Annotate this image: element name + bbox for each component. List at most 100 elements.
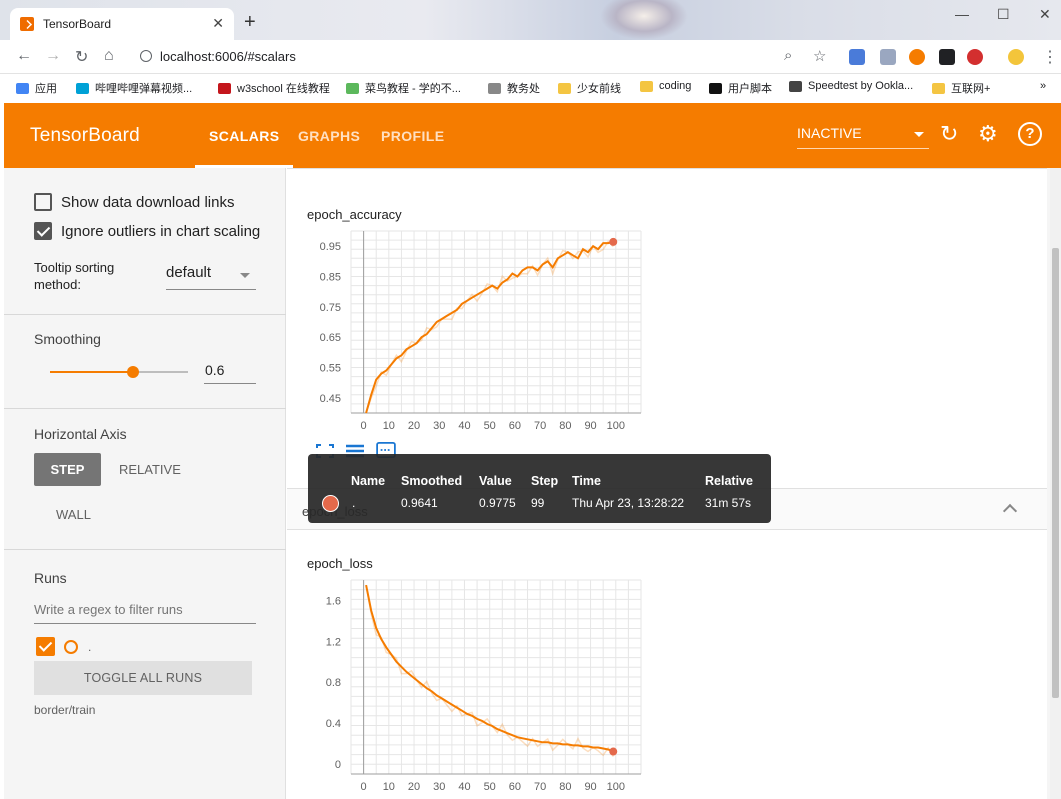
sidebar-options-section: Show data download links Ignore outliers… bbox=[4, 168, 286, 315]
zoom-icon[interactable]: ⌕ bbox=[784, 47, 792, 64]
ignore-outliers-label: Ignore outliers in chart scaling bbox=[61, 222, 261, 240]
accuracy-chart[interactable]: 0 10 20 30 40 50 60 70 80 90 100 0.45 0.55 0.65 0.75 0.… bbox=[307, 227, 647, 437]
adblock-extension-icon[interactable] bbox=[967, 49, 983, 65]
translate-extension-icon[interactable] bbox=[849, 49, 865, 65]
ignore-outliers-checkbox[interactable]: Ignore outliers in chart scaling bbox=[34, 222, 286, 240]
profile-avatar[interactable] bbox=[1008, 49, 1024, 65]
y-tick-label: 0.4 bbox=[326, 718, 341, 730]
theme-character-image bbox=[600, 0, 688, 40]
plugin-select[interactable]: INACTIVE bbox=[797, 125, 929, 149]
run-group-path: border/train bbox=[34, 703, 96, 717]
bookmark-item[interactable]: 应用 bbox=[16, 80, 57, 96]
x-tick-label: 60 bbox=[509, 781, 521, 793]
x-tick-label: 40 bbox=[458, 420, 470, 432]
run-filter-input[interactable]: Write a regex to filter runs bbox=[34, 602, 256, 624]
x-tick-label: 10 bbox=[383, 420, 395, 432]
tab-graphs[interactable]: GRAPHS bbox=[298, 128, 360, 144]
show-download-links-checkbox[interactable]: Show data download links bbox=[34, 193, 234, 211]
loss-chart[interactable]: 0 10 20 30 40 50 60 70 80 90 100 0 0.4 0.8 1.2 1.6 bbox=[307, 576, 647, 798]
browser-tab[interactable]: TensorBoard ✕ bbox=[10, 8, 234, 40]
close-tab-icon[interactable]: ✕ bbox=[212, 15, 224, 32]
bookmark-item[interactable]: 少女前线 bbox=[558, 80, 621, 96]
forward-arrow-icon[interactable]: → bbox=[45, 47, 61, 65]
accuracy-chart-title: epoch_accuracy bbox=[307, 207, 402, 222]
extension-icon[interactable] bbox=[909, 49, 925, 65]
x-tick-label: 100 bbox=[607, 781, 625, 793]
run-checkbox-checked-icon[interactable] bbox=[36, 637, 55, 656]
run-color-swatch[interactable] bbox=[64, 639, 78, 654]
main-scrollbar[interactable] bbox=[1050, 168, 1061, 799]
bookmark-item[interactable]: 哔哩哔哩弹幕视频... bbox=[76, 80, 192, 96]
run-row[interactable]: . bbox=[36, 637, 91, 656]
home-icon[interactable]: ⌂ bbox=[104, 47, 114, 65]
chevron-up-icon[interactable] bbox=[1002, 503, 1018, 519]
extension-icon[interactable] bbox=[939, 49, 955, 65]
tensorboard-header: TensorBoard SCALARS GRAPHS PROFILE INACT… bbox=[4, 103, 1061, 168]
tooltip-time: Thu Apr 23, 13:28:22 bbox=[572, 496, 685, 510]
x-tick-label: 40 bbox=[458, 781, 470, 793]
runoob-icon bbox=[346, 82, 359, 94]
loss-card: epoch_loss 0 10 20 30 40 50 60 70 80 90 100 0 0.4 0.8… bbox=[287, 530, 1047, 799]
y-tick-label: 0 bbox=[335, 759, 341, 771]
tooltip-relative: 31m 57s bbox=[705, 496, 752, 510]
y-tick-label: 0.45 bbox=[320, 393, 341, 405]
more-bookmarks-icon[interactable]: » bbox=[1040, 80, 1046, 92]
tooltip-sorting-value: default bbox=[166, 264, 212, 281]
bookmark-item[interactable]: coding bbox=[640, 80, 691, 92]
tooltip-header-relative: Relative bbox=[705, 474, 753, 488]
tooltip-sorting-label-2: method: bbox=[34, 277, 81, 292]
maximize-icon[interactable]: ☐ bbox=[997, 6, 1010, 23]
run-color-swatch bbox=[322, 495, 339, 512]
axis-step-button[interactable]: STEP bbox=[34, 453, 101, 486]
folder-icon bbox=[640, 80, 653, 92]
w3school-icon bbox=[218, 82, 231, 94]
extension-icon[interactable] bbox=[880, 49, 896, 65]
bookmark-item[interactable]: w3school 在线教程 bbox=[218, 80, 330, 96]
tooltip-header-step: Step bbox=[531, 474, 559, 488]
reload-icon[interactable]: ↻ bbox=[75, 47, 88, 67]
y-tick-label: 0.95 bbox=[320, 241, 341, 253]
x-tick-label: 90 bbox=[584, 420, 596, 432]
chart-tooltip: Name Smoothed Value Step Time Relative .… bbox=[308, 454, 771, 523]
bookmark-star-icon[interactable]: ☆ bbox=[813, 47, 826, 65]
tab-profile[interactable]: PROFILE bbox=[381, 128, 444, 144]
x-tick-label: 10 bbox=[383, 781, 395, 793]
toggle-all-runs-button[interactable]: TOGGLE ALL RUNS bbox=[34, 661, 252, 695]
smoothing-input[interactable]: 0.6 bbox=[204, 358, 256, 384]
scrollbar-thumb[interactable] bbox=[1052, 248, 1059, 698]
bookmark-item[interactable]: 菜鸟教程 - 学的不... bbox=[346, 80, 461, 96]
bookmark-item[interactable]: Speedtest by Ookla... bbox=[789, 80, 913, 92]
browser-menu-icon[interactable]: ⋮ bbox=[1042, 47, 1058, 67]
dropdown-caret-icon bbox=[240, 273, 250, 278]
address-bar-row: ← → ↻ ⌂ localhost:6006/#scalars ⌕ ☆ ⋮ bbox=[0, 40, 1061, 74]
bookmark-item[interactable]: 互联网+ bbox=[932, 80, 990, 96]
url-field[interactable]: localhost:6006/#scalars bbox=[140, 49, 296, 64]
window-close-icon[interactable]: ✕ bbox=[1039, 6, 1051, 23]
help-icon[interactable]: ? bbox=[1018, 122, 1042, 146]
back-arrow-icon[interactable]: ← bbox=[16, 47, 32, 65]
tooltip-header-smoothed: Smoothed bbox=[401, 474, 463, 488]
x-tick-label: 30 bbox=[433, 420, 445, 432]
tab-scalars[interactable]: SCALARS bbox=[194, 128, 295, 168]
settings-gear-icon[interactable]: ⚙ bbox=[978, 123, 998, 145]
y-tick-label: 0.55 bbox=[320, 363, 341, 375]
minimize-icon[interactable]: — bbox=[955, 6, 969, 22]
folder-icon bbox=[558, 82, 571, 94]
tooltip-sorting-select[interactable]: default bbox=[166, 264, 256, 290]
app-logo: TensorBoard bbox=[30, 125, 140, 146]
browser-tab-title: TensorBoard bbox=[43, 17, 112, 31]
bookmark-item[interactable]: 教务处 bbox=[488, 80, 540, 96]
axis-relative-button[interactable]: RELATIVE bbox=[119, 462, 181, 477]
smoothing-slider[interactable] bbox=[50, 366, 188, 378]
bilibili-icon bbox=[76, 82, 89, 94]
axis-wall-button[interactable]: WALL bbox=[56, 507, 91, 522]
bookmark-item[interactable]: 用户脚本 bbox=[709, 80, 772, 96]
smoothing-slider-thumb[interactable] bbox=[126, 366, 139, 378]
x-tick-label: 70 bbox=[534, 420, 546, 432]
reload-icon[interactable]: ↻ bbox=[940, 123, 958, 145]
new-tab-icon[interactable]: + bbox=[244, 12, 256, 32]
x-tick-label: 100 bbox=[607, 420, 625, 432]
tooltip-header-value: Value bbox=[479, 474, 512, 488]
userscript-icon bbox=[709, 82, 722, 94]
tooltip-header-name: Name bbox=[351, 474, 386, 488]
